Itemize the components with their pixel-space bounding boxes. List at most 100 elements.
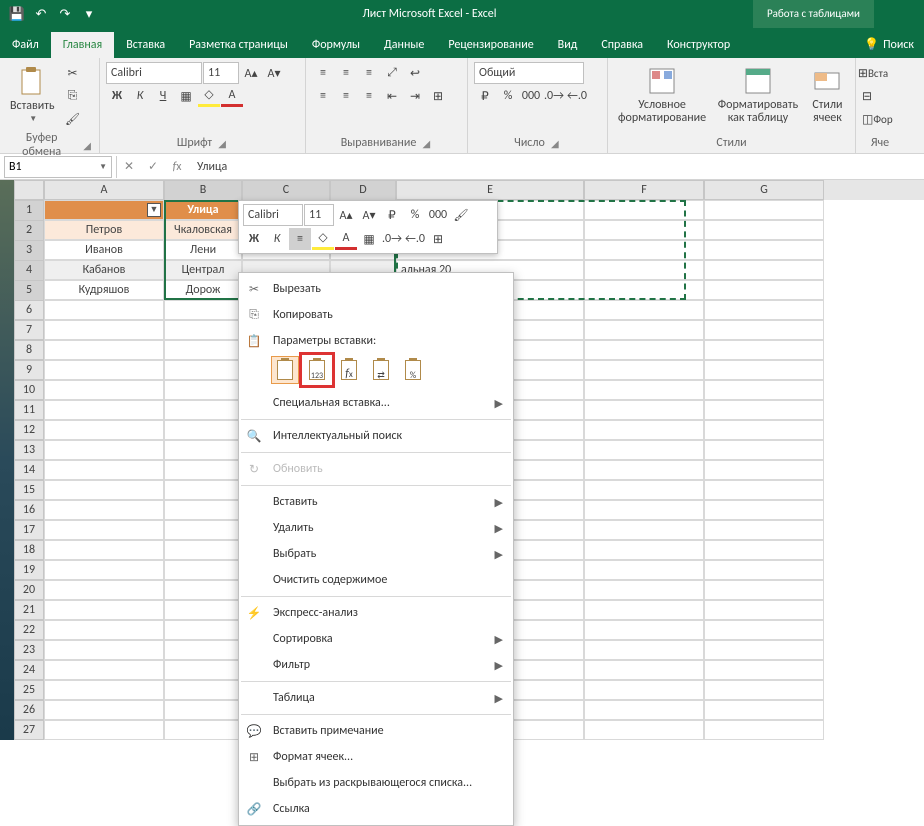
cell[interactable]: Иванов — [44, 240, 164, 260]
increase-font-button[interactable]: A▴ — [240, 62, 262, 84]
cell[interactable] — [584, 460, 704, 480]
cell[interactable] — [164, 520, 242, 540]
cell[interactable] — [584, 340, 704, 360]
cell[interactable] — [584, 360, 704, 380]
mini-percent[interactable]: % — [404, 204, 426, 226]
row-header[interactable]: 25 — [14, 680, 44, 700]
paste-values[interactable]: 123 — [303, 356, 331, 384]
border-button[interactable]: ▦ — [175, 85, 197, 107]
cell[interactable] — [704, 720, 824, 740]
cell[interactable] — [584, 240, 704, 260]
mini-fill-color[interactable]: ◇ — [312, 228, 334, 250]
menu-copy[interactable]: ⎘Копировать — [239, 302, 513, 328]
cell[interactable] — [44, 340, 164, 360]
cell[interactable] — [704, 200, 824, 220]
cell[interactable]: Кудряшов — [44, 280, 164, 300]
menu-smart-lookup[interactable]: 🔍Интеллектуальный поиск — [239, 423, 513, 449]
row-header[interactable]: 9 — [14, 360, 44, 380]
cancel-formula-button[interactable]: ✕ — [117, 159, 141, 174]
mini-italic[interactable]: К — [266, 228, 288, 250]
cell[interactable] — [44, 400, 164, 420]
qat-customize[interactable]: ▾ — [78, 3, 100, 25]
conditional-formatting-button[interactable]: Условное форматирование — [614, 62, 710, 128]
cell[interactable] — [584, 300, 704, 320]
cell[interactable] — [584, 720, 704, 740]
cell[interactable]: Петров — [44, 220, 164, 240]
row-header[interactable]: 11 — [14, 400, 44, 420]
bold-button[interactable]: Ж — [106, 85, 128, 107]
cell[interactable] — [704, 340, 824, 360]
cell[interactable] — [44, 360, 164, 380]
cell[interactable] — [584, 480, 704, 500]
cell[interactable] — [44, 560, 164, 580]
cell[interactable] — [44, 540, 164, 560]
cell[interactable] — [44, 680, 164, 700]
cell[interactable] — [704, 260, 824, 280]
mini-comma[interactable]: 000 — [427, 204, 449, 226]
col-header-g[interactable]: G — [704, 180, 824, 200]
cell[interactable] — [704, 520, 824, 540]
cell[interactable]: Чкаловская — [164, 220, 242, 240]
col-header-e[interactable]: E — [396, 180, 584, 200]
menu-format-cells[interactable]: ⊞Формат ячеек... — [239, 744, 513, 770]
cell[interactable] — [164, 420, 242, 440]
increase-decimal-button[interactable]: .0→ — [543, 85, 565, 107]
font-name-select[interactable] — [106, 62, 202, 84]
cell[interactable]: Лени — [164, 240, 242, 260]
cell[interactable] — [164, 560, 242, 580]
mini-increase-font[interactable]: A▴ — [335, 204, 357, 226]
cell[interactable] — [164, 640, 242, 660]
cell[interactable] — [704, 300, 824, 320]
menu-delete[interactable]: Удалить▶ — [239, 515, 513, 541]
orientation-button[interactable]: ⤢ — [381, 62, 403, 84]
cell[interactable] — [44, 460, 164, 480]
cell[interactable] — [704, 560, 824, 580]
cell[interactable] — [584, 260, 704, 280]
filter-dropdown-icon[interactable]: ▼ — [147, 203, 161, 217]
cell[interactable] — [44, 660, 164, 680]
menu-link[interactable]: 🔗Ссылка — [239, 796, 513, 822]
cell[interactable] — [44, 420, 164, 440]
cell[interactable] — [164, 460, 242, 480]
mini-dec-decimal[interactable]: ←.0 — [404, 228, 426, 250]
merge-button[interactable]: ⊞ — [427, 85, 449, 107]
dialog-launcher-icon[interactable]: ◢ — [216, 137, 228, 149]
cell[interactable] — [584, 200, 704, 220]
fill-color-button[interactable]: ◇ — [198, 85, 220, 107]
mini-font-color[interactable]: A — [335, 228, 357, 250]
col-header-f[interactable]: F — [584, 180, 704, 200]
mini-font-size[interactable] — [304, 204, 334, 226]
cell[interactable] — [44, 720, 164, 740]
mini-align-center[interactable]: ≡ — [289, 228, 311, 250]
mini-format-painter[interactable]: 🖌 — [450, 204, 472, 226]
cell[interactable] — [164, 660, 242, 680]
row-header[interactable]: 13 — [14, 440, 44, 460]
accounting-format-button[interactable]: ₽ — [474, 85, 496, 107]
italic-button[interactable]: К — [129, 85, 151, 107]
cell[interactable] — [44, 380, 164, 400]
cell[interactable] — [164, 380, 242, 400]
row-header[interactable]: 22 — [14, 620, 44, 640]
row-header[interactable]: 4 — [14, 260, 44, 282]
row-header[interactable]: 17 — [14, 520, 44, 540]
cell[interactable] — [44, 440, 164, 460]
menu-quick-analysis[interactable]: ⚡Экспресс-анализ — [239, 600, 513, 626]
row-header[interactable]: 21 — [14, 600, 44, 620]
col-header-a[interactable]: A — [44, 180, 164, 200]
decrease-decimal-button[interactable]: ←.0 — [566, 85, 588, 107]
col-header-c[interactable]: C — [242, 180, 330, 202]
cell[interactable] — [704, 640, 824, 660]
cell[interactable] — [704, 600, 824, 620]
cell[interactable] — [584, 660, 704, 680]
row-header[interactable]: 19 — [14, 560, 44, 580]
format-painter-button[interactable]: 🖌 — [62, 108, 84, 130]
row-header[interactable]: 15 — [14, 480, 44, 500]
cell[interactable] — [164, 600, 242, 620]
mini-bold[interactable]: Ж — [243, 228, 265, 250]
cell[interactable] — [164, 720, 242, 740]
tab-formulas[interactable]: Формулы — [300, 32, 372, 58]
menu-insert-comment[interactable]: 💬Вставить примечание — [239, 718, 513, 744]
tab-page-layout[interactable]: Разметка страницы — [177, 32, 300, 58]
formula-input[interactable]: Улица — [189, 160, 924, 174]
cell[interactable] — [164, 340, 242, 360]
